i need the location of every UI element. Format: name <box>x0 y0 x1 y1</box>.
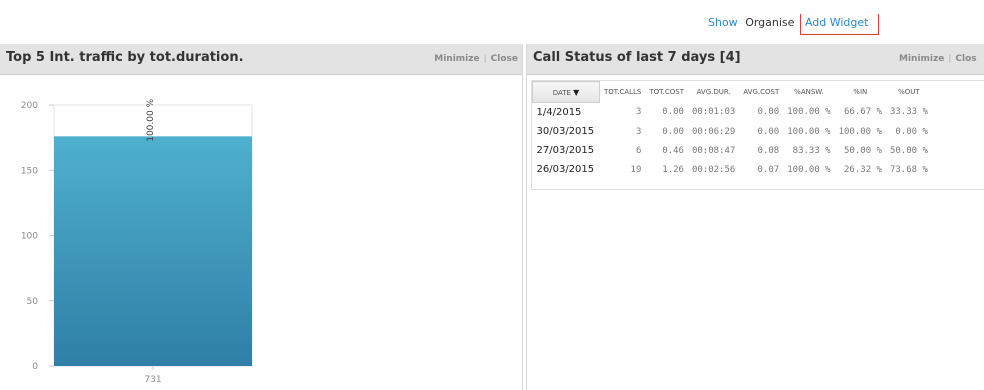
minimize-button[interactable]: Minimize <box>434 54 479 64</box>
y-tick-label: 200 <box>21 101 38 111</box>
add-widget-label: Add Widget <box>804 16 869 29</box>
table-cell: 0.00 % <box>895 126 928 137</box>
table-cell: 100.00 % <box>787 164 831 175</box>
column-header-avg-dur[interactable]: AVG.DUR. <box>688 82 739 103</box>
close-button[interactable]: Close <box>491 54 518 64</box>
table-cell: 0.00 <box>662 126 684 137</box>
call-status-widget: Call Status of last 7 days [4] Minimize |… <box>526 44 984 390</box>
call-status-table-wrapper: DATE ▼ TOT.CALLS TOT.COST AVG.DUR. AVG.C… <box>531 80 984 190</box>
table-cell: 83.33 % <box>792 145 831 156</box>
table-cell: 0.00 <box>757 126 780 137</box>
traffic-chart-svg: 0 50 100 150 200 731 100.00 % <box>21 98 253 385</box>
column-header-avg-cost[interactable]: AVG.COST <box>739 82 783 103</box>
table-cell: 3 <box>635 107 642 118</box>
minimize-button[interactable]: Minimize <box>899 54 944 64</box>
call-status-widget-header: Call Status of last 7 days [4] Minimize |… <box>527 44 984 75</box>
column-header-answered[interactable]: %ANSW. <box>783 82 834 103</box>
bar-data-label: 100.00 % <box>146 98 156 141</box>
call-status-table: DATE ▼ TOT.CALLS TOT.COST AVG.DUR. AVG.C… <box>532 81 932 179</box>
controls-separator: | <box>483 54 487 64</box>
table-cell: 1.26 <box>662 164 684 175</box>
table-row: 26/03/2015 19 1.26 00:02:56 0.07 100.00 % 26.3… <box>533 160 932 179</box>
table-cell: 19 <box>630 164 642 175</box>
table-cell: 50.00 % <box>844 145 882 156</box>
table-cell: 100.00 % <box>787 126 831 137</box>
table-cell: 0.00 <box>757 107 780 118</box>
table-cell: 100.00 % <box>787 107 831 118</box>
y-tick-label: 150 <box>21 166 38 176</box>
table-cell: 0.08 <box>757 145 780 156</box>
table-cell: 6 <box>635 145 642 156</box>
table-cell: 0.00 <box>662 107 684 118</box>
table-cell: 3 <box>635 126 642 137</box>
table-cell: 50.00 % <box>889 145 928 156</box>
traffic-widget-controls: Minimize | Close <box>434 54 518 64</box>
y-tick-label: 0 <box>32 362 38 372</box>
table-cell: 00:01:03 <box>691 107 736 118</box>
table-header-row: DATE ▼ TOT.CALLS TOT.COST AVG.DUR. AVG.C… <box>532 81 932 103</box>
sort-desc-icon: ▼ <box>573 87 580 97</box>
table-body: 1/4/2015 3 0.00 00:01:03 0.00 100.00 % 66.67 %… <box>533 103 932 180</box>
column-header-tot-calls[interactable]: TOT.CALLS <box>600 82 646 103</box>
column-header-out[interactable]: %OUT <box>886 82 932 103</box>
table-cell: 0.46 <box>662 145 684 156</box>
traffic-widget: Top 5 Int. traffic by tot.duration. Mini… <box>0 44 523 390</box>
table-cell: 26.32 % <box>844 164 882 175</box>
column-header-label: DATE <box>552 88 571 97</box>
traffic-widget-title: Top 5 Int. traffic by tot.duration. <box>6 50 244 65</box>
controls-separator: | <box>948 54 952 64</box>
column-header-date[interactable]: DATE ▼ <box>532 81 600 103</box>
table-cell: 00:08:47 <box>691 145 736 156</box>
call-status-widget-controls: Minimize | Clos <box>899 54 977 64</box>
table-cell: 100.00 % <box>838 126 882 137</box>
x-tick-label: 731 <box>144 375 161 385</box>
show-link[interactable]: Show <box>708 16 738 29</box>
close-button[interactable]: Clos <box>955 54 976 64</box>
table-row: 30/03/2015 3 0.00 00:06:29 0.00 100.00 % 100.0… <box>533 122 932 141</box>
widget-toolbar: Show Organise Add Widget <box>708 14 880 35</box>
traffic-widget-header: Top 5 Int. traffic by tot.duration. Mini… <box>0 44 522 75</box>
table-cell: 33.33 % <box>889 107 928 118</box>
table-cell: 00:02:56 <box>691 164 736 175</box>
date-cell: 30/03/2015 <box>536 126 595 137</box>
table-row: 27/03/2015 6 0.46 00:08:47 0.08 83.33 % 50.00 … <box>533 141 932 160</box>
organise-link[interactable]: Organise <box>745 16 794 29</box>
column-header-in[interactable]: %IN <box>835 82 886 103</box>
table-cell: 66.67 % <box>844 107 882 118</box>
table-cell: 73.68 % <box>889 164 928 175</box>
bar[interactable] <box>54 136 252 366</box>
y-tick-label: 100 <box>21 232 38 242</box>
column-header-tot-cost[interactable]: TOT.COST <box>645 82 688 103</box>
traffic-chart: 0 50 100 150 200 731 100.00 % <box>0 75 522 390</box>
call-status-widget-title: Call Status of last 7 days [4] <box>533 50 741 65</box>
date-cell: 26/03/2015 <box>536 164 595 175</box>
date-cell: 27/03/2015 <box>536 145 595 156</box>
y-tick-label: 50 <box>27 297 39 307</box>
add-widget-link[interactable]: Add Widget <box>799 14 880 35</box>
table-cell: 00:06:29 <box>691 126 736 137</box>
table-cell: 0.07 <box>757 164 780 175</box>
date-cell: 1/4/2015 <box>536 107 582 118</box>
table-row: 1/4/2015 3 0.00 00:01:03 0.00 100.00 % 66.67 %… <box>533 103 932 123</box>
